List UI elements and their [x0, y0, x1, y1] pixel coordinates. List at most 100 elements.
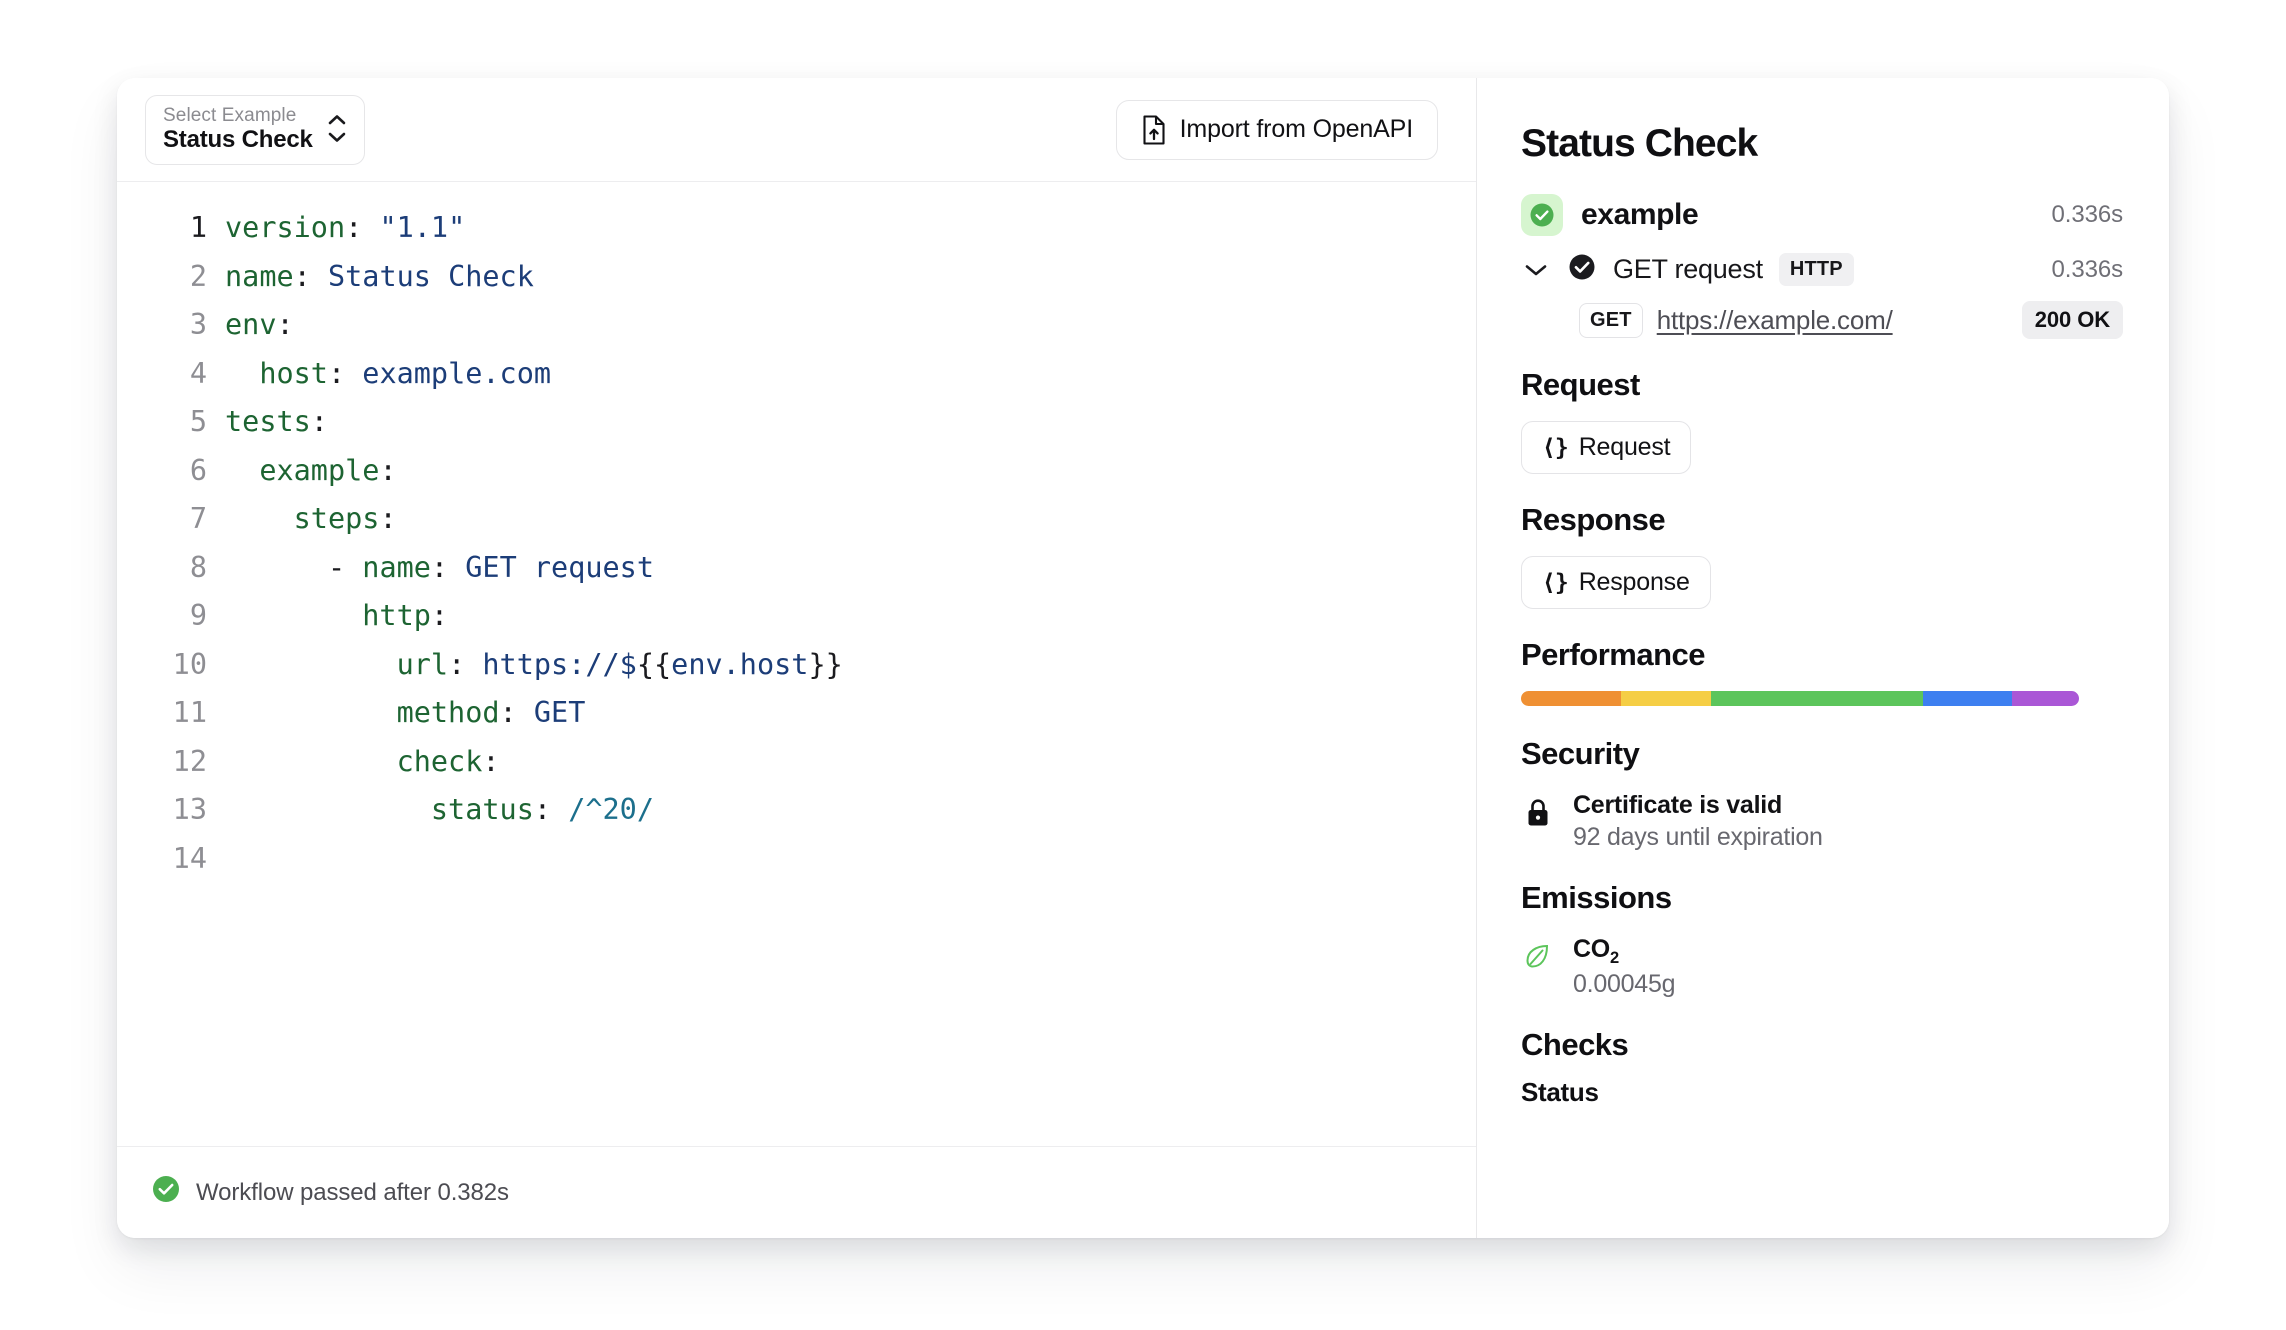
- code-line-content: host: example.com: [225, 350, 1476, 399]
- method-badge: GET: [1579, 303, 1643, 338]
- code-line-content: example:: [225, 447, 1476, 496]
- code-line[interactable]: 2name: Status Check: [117, 253, 1476, 302]
- code-line[interactable]: 4 host: example.com: [117, 350, 1476, 399]
- line-number: 10: [117, 641, 225, 690]
- code-line[interactable]: 11 method: GET: [117, 689, 1476, 738]
- lock-icon: [1521, 790, 1555, 828]
- code-token: :: [500, 696, 534, 729]
- code-token: name: [225, 260, 294, 293]
- view-response-button[interactable]: ⟨} Response: [1521, 556, 1711, 609]
- code-token: steps: [225, 502, 379, 535]
- editor-panel: Select Example Status Check: [117, 78, 1477, 1238]
- select-example-label: Select Example: [163, 106, 313, 125]
- step-duration: 0.336s: [2052, 256, 2123, 284]
- code-token: example: [225, 454, 379, 487]
- code-token: GET: [534, 696, 585, 729]
- code-line[interactable]: 10 url: https://${{env.host}}: [117, 641, 1476, 690]
- certificate-title: Certificate is valid: [1573, 791, 1782, 819]
- code-token: url: [225, 648, 448, 681]
- code-token: "1.1": [379, 211, 465, 244]
- code-line-content: version: "1.1": [225, 204, 1476, 253]
- code-line-content: http:: [225, 592, 1476, 641]
- code-token: :: [431, 551, 465, 584]
- code-line-content: steps:: [225, 495, 1476, 544]
- code-line[interactable]: 7 steps:: [117, 495, 1476, 544]
- code-token: :: [448, 648, 482, 681]
- import-from-openapi-label: Import from OpenAPI: [1180, 115, 1413, 144]
- code-line-content: status: /^20/: [225, 786, 1476, 835]
- code-line[interactable]: 9 http:: [117, 592, 1476, 641]
- yaml-editor[interactable]: 1version: "1.1"2name: Status Check3env:4…: [117, 182, 1476, 1146]
- code-token: host: [225, 357, 328, 390]
- code-token: {{: [637, 648, 671, 681]
- code-line-content: - name: GET request: [225, 544, 1476, 593]
- code-token: :: [379, 454, 396, 487]
- select-example-dropdown[interactable]: Select Example Status Check: [145, 95, 365, 165]
- check-circle-filled-icon: [1521, 194, 1563, 236]
- code-token: :: [345, 211, 379, 244]
- code-token: /^20/: [568, 793, 654, 826]
- code-token: -: [225, 551, 362, 584]
- code-line-content: [225, 835, 1476, 884]
- performance-heading: Performance: [1521, 637, 2123, 673]
- view-response-label: Response: [1579, 568, 1690, 597]
- run-name: example: [1581, 198, 1698, 232]
- braces-icon: ⟨}: [1542, 570, 1568, 596]
- view-request-button[interactable]: ⟨} Request: [1521, 421, 1691, 474]
- code-token: Status Check: [328, 260, 534, 293]
- code-line[interactable]: 3env:: [117, 301, 1476, 350]
- code-line[interactable]: 6 example:: [117, 447, 1476, 496]
- line-number: 12: [117, 738, 225, 787]
- code-token: env: [225, 308, 276, 341]
- editor-toolbar: Select Example Status Check: [117, 78, 1476, 182]
- status-badge: 200 OK: [2022, 301, 2123, 339]
- step-name: GET request: [1613, 254, 1763, 285]
- code-line[interactable]: 8 - name: GET request: [117, 544, 1476, 593]
- chevron-up-down-icon: [327, 114, 347, 143]
- performance-segment-dns: [1521, 691, 1621, 706]
- performance-segment-total: [2012, 691, 2079, 706]
- view-request-label: Request: [1579, 433, 1671, 462]
- code-line[interactable]: 12 check:: [117, 738, 1476, 787]
- code-token: tests: [225, 405, 311, 438]
- performance-segment-ttfb: [1711, 691, 1923, 706]
- code-token: :: [534, 793, 568, 826]
- code-token: :: [379, 502, 396, 535]
- import-from-openapi-button[interactable]: Import from OpenAPI: [1116, 100, 1438, 160]
- line-number: 2: [117, 253, 225, 302]
- code-line[interactable]: 1version: "1.1": [117, 204, 1476, 253]
- emissions-heading: Emissions: [1521, 880, 2123, 916]
- code-token: }}: [808, 648, 842, 681]
- line-number: 8: [117, 544, 225, 593]
- code-token: GET request: [465, 551, 654, 584]
- code-token: https://$: [482, 648, 636, 681]
- chevron-down-icon[interactable]: [1521, 263, 1551, 277]
- checks-first-item: Status: [1521, 1077, 2123, 1108]
- co2-label: CO2: [1573, 935, 1619, 963]
- code-token: env.host: [671, 648, 808, 681]
- line-number: 14: [117, 835, 225, 884]
- run-summary-row[interactable]: example 0.336s: [1521, 194, 2123, 236]
- co2-row: CO2 0.00045g: [1521, 934, 2123, 1001]
- code-token: :: [482, 745, 499, 778]
- code-line-content: check:: [225, 738, 1476, 787]
- security-heading: Security: [1521, 736, 2123, 772]
- co2-value: 0.00045g: [1573, 970, 1675, 998]
- leaf-icon: [1521, 934, 1555, 970]
- line-number: 6: [117, 447, 225, 496]
- code-token: method: [225, 696, 500, 729]
- code-token: check: [225, 745, 482, 778]
- code-line-content: tests:: [225, 398, 1476, 447]
- yaml-code[interactable]: 1version: "1.1"2name: Status Check3env:4…: [117, 204, 1476, 883]
- request-url-link[interactable]: https://example.com/: [1657, 305, 1893, 336]
- certificate-row: Certificate is valid 92 days until expir…: [1521, 790, 2123, 854]
- performance-bar: [1521, 691, 2079, 706]
- code-line[interactable]: 14: [117, 835, 1476, 884]
- braces-icon: ⟨}: [1542, 435, 1568, 461]
- line-number: 9: [117, 592, 225, 641]
- code-line[interactable]: 5tests:: [117, 398, 1476, 447]
- line-number: 13: [117, 786, 225, 835]
- step-row[interactable]: GET request HTTP 0.336s: [1521, 252, 2123, 287]
- code-line[interactable]: 13 status: /^20/: [117, 786, 1476, 835]
- request-url-row[interactable]: GET https://example.com/ 200 OK: [1579, 301, 2123, 339]
